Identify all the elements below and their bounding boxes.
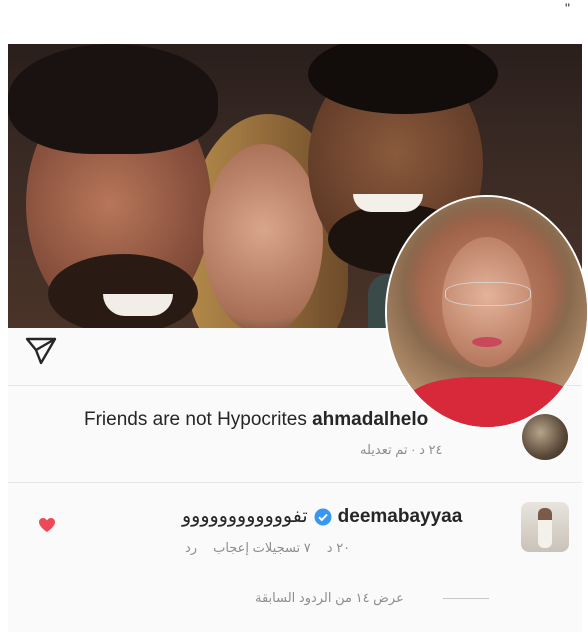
comment-2-avatar[interactable] [521,502,569,552]
reply-button[interactable]: رد [185,540,197,556]
quote-mark: " [565,0,570,16]
comment-2-meta: رد ٧ تسجيلات إعجاب ٢٠ د [185,540,350,556]
comment-1-meta: ٢٤ د · تم تعديله [360,442,442,458]
view-replies-link[interactable]: عرض ١٤ من الردود السابقة [255,590,404,606]
avatar-figure [538,508,552,548]
divider [8,482,582,483]
comment-1: Friends are not Hypocrites ahmadalhelo [84,409,428,431]
comment-1-edited: تم تعديله [360,442,408,457]
comment-1-time: ٢٤ د [419,442,443,457]
photo-person-1-smile [103,294,173,316]
comment-1-text: Friends are not Hypocrites [84,409,307,430]
comment-2-time: ٢٠ د [326,540,351,555]
photo-person-1-hair [8,44,218,154]
verified-badge-icon [314,508,332,525]
photo-person-3-smile [353,194,423,212]
inset-portrait [385,195,588,429]
meta-separator: · [411,442,416,457]
inset-lips [472,337,502,347]
heart-icon[interactable] [38,517,56,533]
inset-shirt [407,377,577,427]
comment-2-text: تفوووووووووووو [182,506,308,527]
photo-person-2 [203,144,323,328]
inset-glasses [445,282,531,306]
view-replies-line [443,598,489,599]
paper-plane-icon[interactable] [24,336,58,366]
photo-person-1-beard [48,254,198,328]
likes-count[interactable]: ٧ تسجيلات إعجاب [213,540,311,556]
comment-2-username[interactable]: deemabayyaa [338,506,463,528]
comment-2: تفوووووووووووو deemabayyaa [182,505,462,528]
